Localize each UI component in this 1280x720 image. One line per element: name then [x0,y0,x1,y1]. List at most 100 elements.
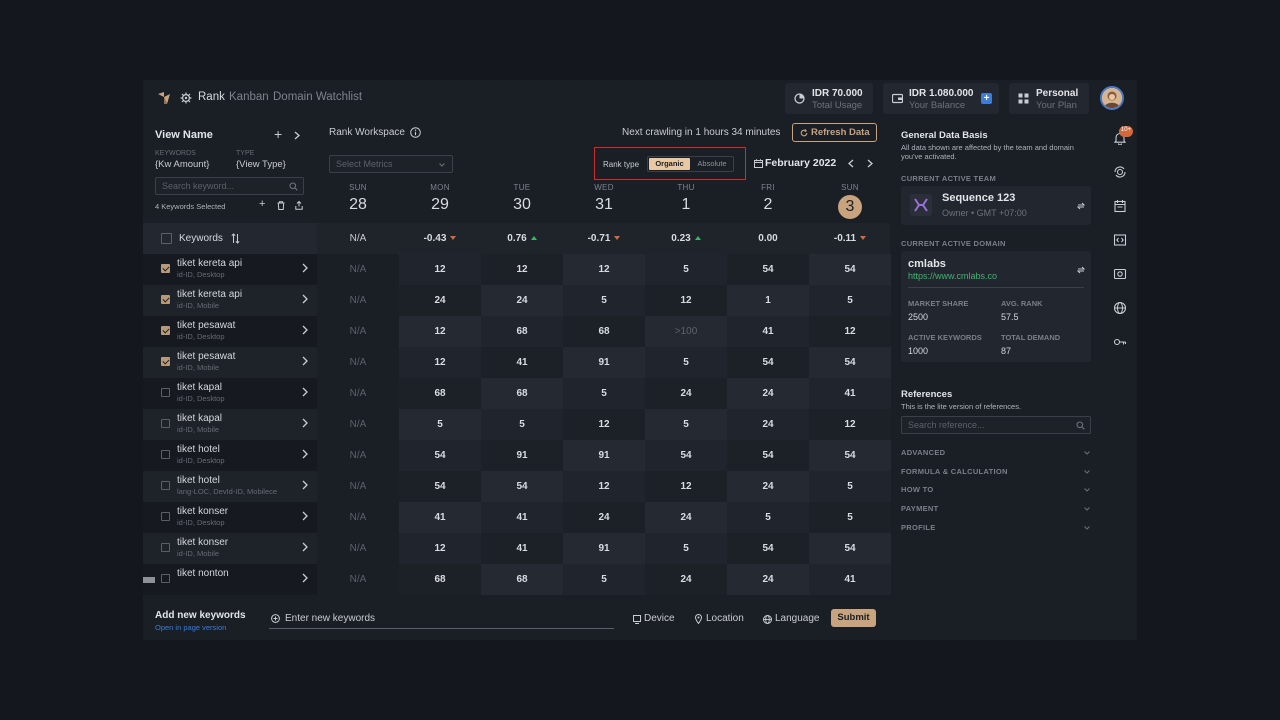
reference-search-input[interactable]: Search reference... [901,416,1091,434]
keyword-checkbox[interactable] [161,295,170,304]
gear-icon[interactable] [180,92,192,104]
stat-balance[interactable]: IDR 1.080.000 Your Balance + [883,83,999,114]
rank-cell[interactable]: 5 [399,409,481,440]
sort-icon[interactable] [231,233,240,244]
device-button[interactable]: Device [644,613,675,624]
chevron-right-icon[interactable] [301,262,309,274]
rank-cell[interactable]: 68 [563,316,645,347]
rank-cell[interactable]: 68 [399,564,481,595]
rank-cell[interactable]: N/A [317,254,399,285]
organic-option[interactable]: Organic [649,158,690,170]
keyword-checkbox[interactable] [161,388,170,397]
rank-cell[interactable]: 12 [809,409,891,440]
rank-cell[interactable]: 24 [727,409,809,440]
rank-cell[interactable]: N/A [317,285,399,316]
camera-icon[interactable] [1113,267,1127,281]
rank-cell[interactable]: 5 [809,285,891,316]
rank-cell[interactable]: 5 [727,502,809,533]
export-icon[interactable] [295,201,303,210]
chevron-down-icon[interactable] [1084,525,1090,530]
chevron-down-icon[interactable] [1084,469,1090,474]
keyword-checkbox[interactable] [161,481,170,490]
nav-rank[interactable]: Rank [198,91,225,103]
rank-cell[interactable]: 54 [399,440,481,471]
rank-cell[interactable]: N/A [317,378,399,409]
rank-cell[interactable]: 54 [809,254,891,285]
user-avatar[interactable] [1100,86,1124,110]
rank-cell[interactable]: 12 [563,409,645,440]
keyword-checkbox[interactable] [161,574,170,583]
chevron-right-icon[interactable] [301,324,309,336]
rank-cell[interactable]: 5 [645,347,727,378]
keyword-row[interactable]: tiket pesawat id-ID, Desktop [143,316,317,347]
rank-cell[interactable]: 24 [645,564,727,595]
stat-plan[interactable]: Personal Your Plan [1009,83,1089,114]
rank-cell[interactable]: 24 [399,285,481,316]
rank-cell[interactable]: 54 [809,347,891,378]
select-metrics-dropdown[interactable]: Select Metrics [329,155,453,173]
rank-cell[interactable]: 24 [727,564,809,595]
rank-cell[interactable]: 68 [481,378,563,409]
keyword-row[interactable]: tiket kereta api id-ID, Desktop [143,254,317,285]
keyword-checkbox[interactable] [161,357,170,366]
keyword-checkbox[interactable] [161,326,170,335]
rank-cell[interactable]: 12 [481,254,563,285]
accordion-item[interactable]: ADVANCED [901,448,945,457]
active-team-card[interactable]: Sequence 123 Owner • GMT +07:00 [901,186,1091,225]
chevron-right-icon[interactable] [301,541,309,553]
chevron-right-icon[interactable] [301,572,309,584]
chevron-right-icon[interactable] [301,417,309,429]
next-month-icon[interactable] [867,159,873,168]
rank-cell[interactable]: 54 [727,533,809,564]
keyword-row[interactable]: tiket kapal id-ID, Mobile [143,409,317,440]
accordion-item[interactable]: FORMULA & CALCULATION [901,467,1008,476]
rank-cell[interactable]: 68 [481,316,563,347]
select-all-checkbox[interactable] [161,233,172,244]
rank-cell[interactable]: N/A [317,533,399,564]
accordion-item[interactable]: PROFILE [901,523,936,532]
row-drag-handle[interactable] [143,577,155,583]
rank-cell[interactable]: 91 [563,347,645,378]
rank-cell[interactable]: 24 [727,378,809,409]
rank-cell[interactable]: 5 [645,254,727,285]
tracking-icon[interactable] [1113,165,1127,179]
rank-cell[interactable]: 41 [809,378,891,409]
next-view-icon[interactable] [294,131,300,140]
rank-cell[interactable]: 54 [645,440,727,471]
rank-cell[interactable]: 5 [645,533,727,564]
language-button[interactable]: Language [775,613,820,624]
rank-cell[interactable]: 12 [399,533,481,564]
add-balance-icon[interactable]: + [981,93,992,104]
keyword-row[interactable]: tiket nonton [143,564,317,595]
rank-cell[interactable]: 24 [563,502,645,533]
keyword-checkbox[interactable] [161,450,170,459]
rank-cell[interactable]: 5 [563,564,645,595]
keyword-row[interactable]: tiket pesawat id-ID, Mobile [143,347,317,378]
rank-cell[interactable]: 54 [727,347,809,378]
rank-cell[interactable]: 41 [481,347,563,378]
rank-cell[interactable]: 5 [481,409,563,440]
rank-cell[interactable]: 24 [727,471,809,502]
add-keyword-icon[interactable]: + [259,198,265,210]
nav-domain-watchlist[interactable]: Domain Watchlist [273,91,362,103]
rank-cell[interactable]: 68 [481,564,563,595]
key-icon[interactable] [1113,335,1127,349]
keyword-row[interactable]: tiket konser id-ID, Desktop [143,502,317,533]
rank-cell[interactable]: 5 [645,409,727,440]
rank-cell[interactable]: N/A [317,409,399,440]
add-view-icon[interactable]: + [274,126,282,142]
refresh-data-button[interactable]: Refresh Data [792,123,877,142]
stat-total-usage[interactable]: IDR 70.000 Total Usage [785,83,873,114]
rank-cell[interactable]: 12 [809,316,891,347]
rank-cell[interactable]: 5 [809,471,891,502]
rank-cell[interactable]: 54 [727,440,809,471]
nav-kanban[interactable]: Kanban [229,91,269,103]
rank-cell[interactable]: 12 [645,471,727,502]
accordion-item[interactable]: PAYMENT [901,504,939,513]
keyword-search-input[interactable]: Search keyword... [155,177,304,195]
rank-cell[interactable]: N/A [317,347,399,378]
keyword-checkbox[interactable] [161,419,170,428]
rank-cell[interactable]: 24 [645,502,727,533]
switch-domain-icon[interactable] [1077,266,1085,274]
location-button[interactable]: Location [706,613,744,624]
